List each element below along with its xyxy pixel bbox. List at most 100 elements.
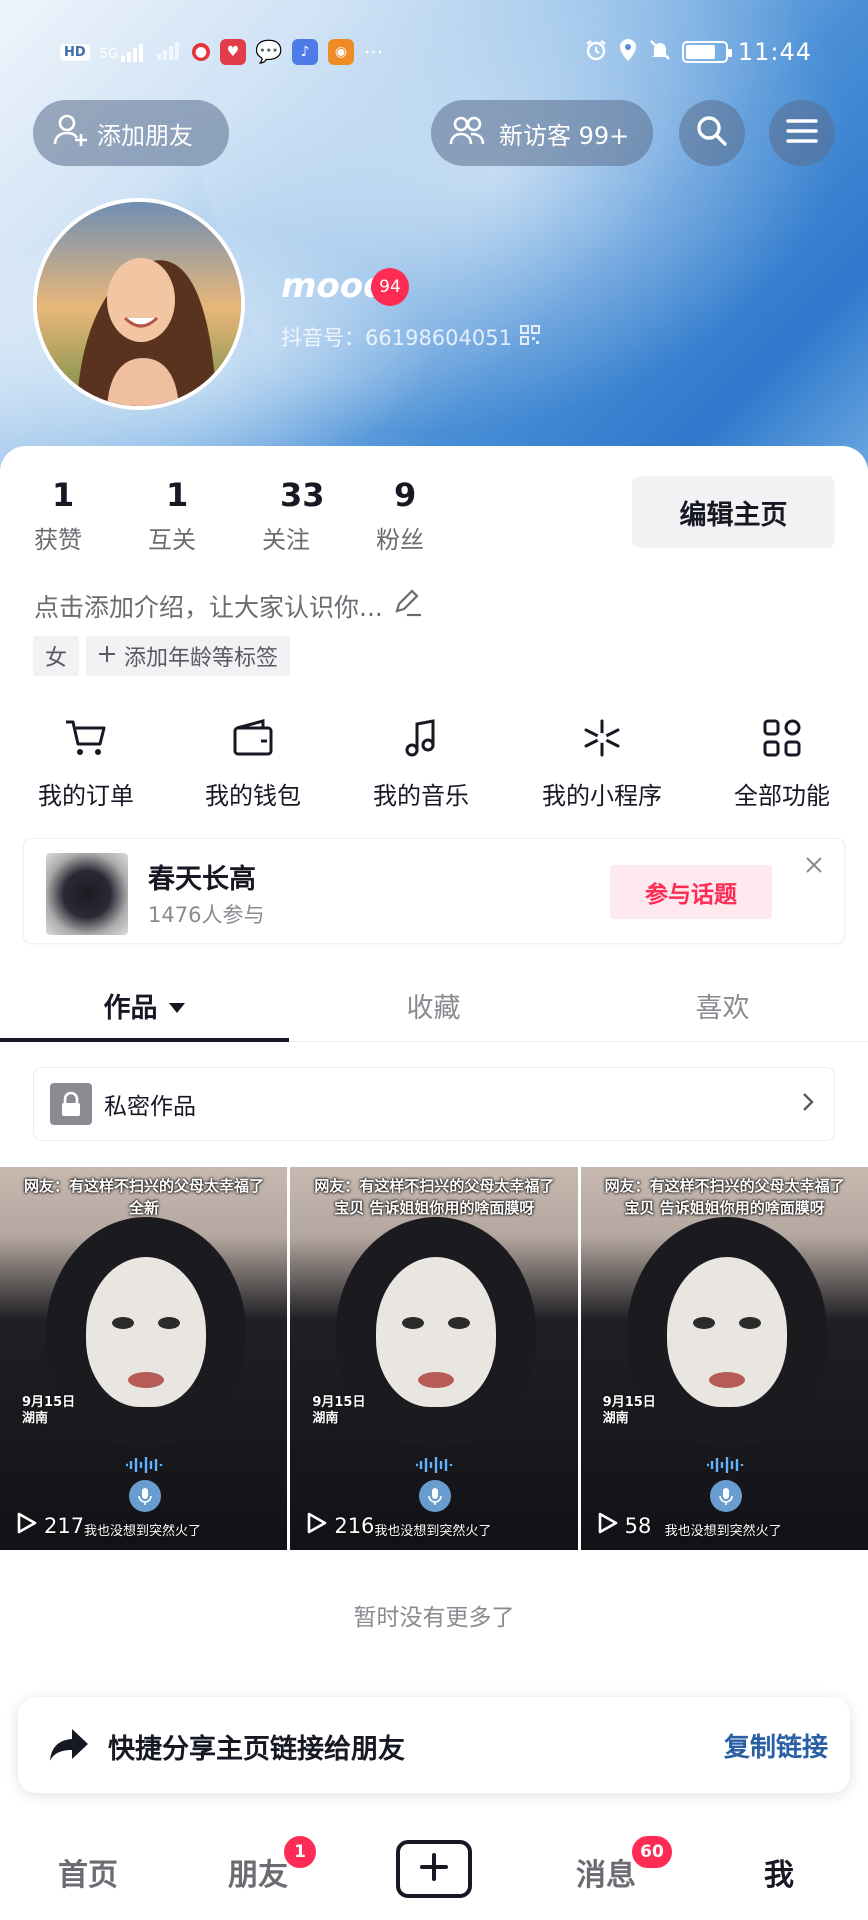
close-icon[interactable]: [800, 851, 828, 879]
feature-orders[interactable]: 我的订单: [26, 718, 146, 811]
play-icon: [304, 1511, 328, 1540]
menu-button[interactable]: [769, 100, 835, 166]
stat-mutual[interactable]: 1 互关: [148, 476, 262, 555]
stat-label: 关注: [262, 526, 310, 554]
add-friend-button[interactable]: 添加朋友: [33, 100, 229, 166]
app-notification-icon: ●: [192, 43, 211, 61]
video-caption: 网友：有这样不扫兴的父母太幸福了 宝贝 告诉姐姐你用的啥面膜呀: [604, 1177, 845, 1217]
mic-icon: [709, 1480, 742, 1512]
music-app-icon: ♪: [292, 39, 319, 65]
stat-label: 粉丝: [376, 526, 424, 554]
private-works-row[interactable]: 私密作品: [33, 1067, 835, 1141]
sound-wave-icon: [705, 1455, 745, 1479]
mic-icon: [129, 1480, 161, 1512]
video-thumbnail[interactable]: 网友：有这样不扫兴的父母太幸福了 全新 9月15日 湖南 217 我也没想到突然…: [0, 1167, 288, 1550]
qr-code-icon: [519, 324, 540, 350]
play-count: 217: [14, 1511, 84, 1540]
tab-works[interactable]: 作品: [0, 970, 289, 1042]
join-topic-button[interactable]: 参与话题: [610, 865, 772, 919]
signal-5g-icon: 5G: [100, 42, 146, 62]
feature-wallet[interactable]: 我的钱包: [193, 718, 313, 811]
grid-apps-icon: [762, 718, 802, 762]
visitors-icon: [449, 114, 485, 152]
share-arrow-icon: [48, 1727, 90, 1767]
play-icon: [14, 1511, 38, 1540]
status-bar: HD 5G ● ♥ 💬 ♪ ◉ ··· 11:44: [60, 34, 812, 70]
stat-label: 互关: [148, 526, 196, 554]
sound-wave-icon: [414, 1455, 454, 1479]
stat-value: 1: [52, 476, 75, 514]
profile-stats: 1 获赞 1 互关 33 关注 9 粉丝: [34, 476, 490, 555]
location-icon: [618, 38, 638, 66]
chevron-right-icon: [802, 1092, 814, 1118]
more-notifications-icon: ···: [364, 40, 384, 64]
gender-tag[interactable]: 女: [33, 636, 80, 676]
video-date-location: 9月15日 湖南: [602, 1395, 656, 1426]
mic-icon: [419, 1480, 452, 1512]
feature-music[interactable]: 我的音乐: [361, 718, 481, 811]
feature-label: 我的订单: [38, 782, 134, 810]
stat-value: 9: [394, 476, 417, 514]
stat-likes[interactable]: 1 获赞: [34, 476, 148, 555]
search-button[interactable]: [679, 100, 745, 166]
stat-following[interactable]: 33 关注: [262, 476, 376, 555]
video-grid: 网友：有这样不扫兴的父母太幸福了 全新 9月15日 湖南 217 我也没想到突然…: [0, 1167, 868, 1550]
hamburger-menu-icon: [786, 118, 818, 148]
battery-icon: [681, 41, 732, 63]
tab-label: 作品: [103, 993, 158, 1024]
tab-favorites[interactable]: 收藏: [289, 970, 578, 1041]
video-date-location: 9月15日 湖南: [22, 1395, 76, 1426]
friends-badge: 1: [282, 1834, 318, 1870]
new-visitors-button[interactable]: 新访客 99+: [431, 100, 653, 166]
feature-label: 我的钱包: [205, 782, 301, 810]
stat-followers[interactable]: 9 粉丝: [376, 476, 490, 555]
cart-icon: [64, 718, 108, 762]
douyin-id-text: 抖音号：66198604051: [281, 326, 512, 350]
clock: 11:44: [737, 38, 812, 66]
edit-profile-button[interactable]: 编辑主页: [632, 476, 835, 548]
edit-pencil-icon: [393, 589, 423, 623]
wallet-icon: [231, 718, 275, 762]
level-badge: 94: [371, 268, 409, 306]
feature-label: 我的小程序: [542, 782, 662, 810]
feature-all[interactable]: 全部功能: [722, 718, 842, 811]
feature-mini-programs[interactable]: 我的小程序: [532, 718, 672, 811]
video-subtitle: 我也没想到突然火了: [84, 1524, 202, 1539]
video-thumbnail[interactable]: 网友：有这样不扫兴的父母太幸福了 宝贝 告诉姐姐你用的啥面膜呀 9月15日 湖南…: [580, 1167, 868, 1550]
add-friend-label: 添加朋友: [97, 121, 193, 150]
caret-down-icon: [168, 990, 186, 1021]
share-profile-bar[interactable]: 快捷分享主页链接给朋友 复制链接: [18, 1697, 850, 1793]
lock-icon: [50, 1083, 92, 1125]
add-user-icon: [53, 112, 89, 154]
plus-icon: [98, 644, 116, 669]
create-post-button[interactable]: [396, 1840, 472, 1898]
sound-wave-icon: [124, 1455, 164, 1479]
messages-badge: 60: [630, 1834, 674, 1870]
bio-placeholder[interactable]: 点击添加介绍，让大家认识你...: [34, 588, 423, 624]
stat-label: 获赞: [34, 526, 82, 554]
avatar[interactable]: [33, 198, 245, 410]
copy-link-button[interactable]: 复制链接: [724, 1727, 828, 1764]
music-note-icon: [401, 718, 441, 762]
topic-banner[interactable]: 春天长高 1476人参与 参与话题: [23, 838, 845, 944]
nav-friends[interactable]: 朋友: [228, 1850, 288, 1894]
topic-thumbnail: [46, 853, 128, 935]
stat-value: 1: [166, 476, 189, 514]
video-caption: 网友：有这样不扫兴的父母太幸福了 宝贝 告诉姐姐你用的啥面膜呀: [314, 1177, 555, 1217]
signal-icon: [156, 40, 182, 64]
nav-home[interactable]: 首页: [58, 1850, 118, 1894]
tab-likes[interactable]: 喜欢: [578, 970, 867, 1041]
topic-title: 春天长高: [148, 864, 256, 895]
video-thumbnail[interactable]: 网友：有这样不扫兴的父母太幸福了 宝贝 告诉姐姐你用的啥面膜呀 9月15日 湖南…: [290, 1167, 578, 1550]
douyin-id[interactable]: 抖音号：66198604051: [281, 322, 540, 352]
nav-me[interactable]: 我: [764, 1850, 794, 1894]
search-icon: [695, 114, 729, 152]
mute-icon: [648, 38, 672, 66]
app-notification-icon: ♥: [220, 39, 247, 65]
wechat-icon: 💬: [255, 39, 283, 65]
nav-messages[interactable]: 消息: [576, 1850, 636, 1894]
add-tags-button[interactable]: 添加年龄等标签: [86, 636, 291, 676]
new-visitors-label: 新访客 99+: [499, 121, 630, 150]
stat-value: 33: [280, 476, 325, 514]
feature-label: 全部功能: [734, 782, 830, 810]
